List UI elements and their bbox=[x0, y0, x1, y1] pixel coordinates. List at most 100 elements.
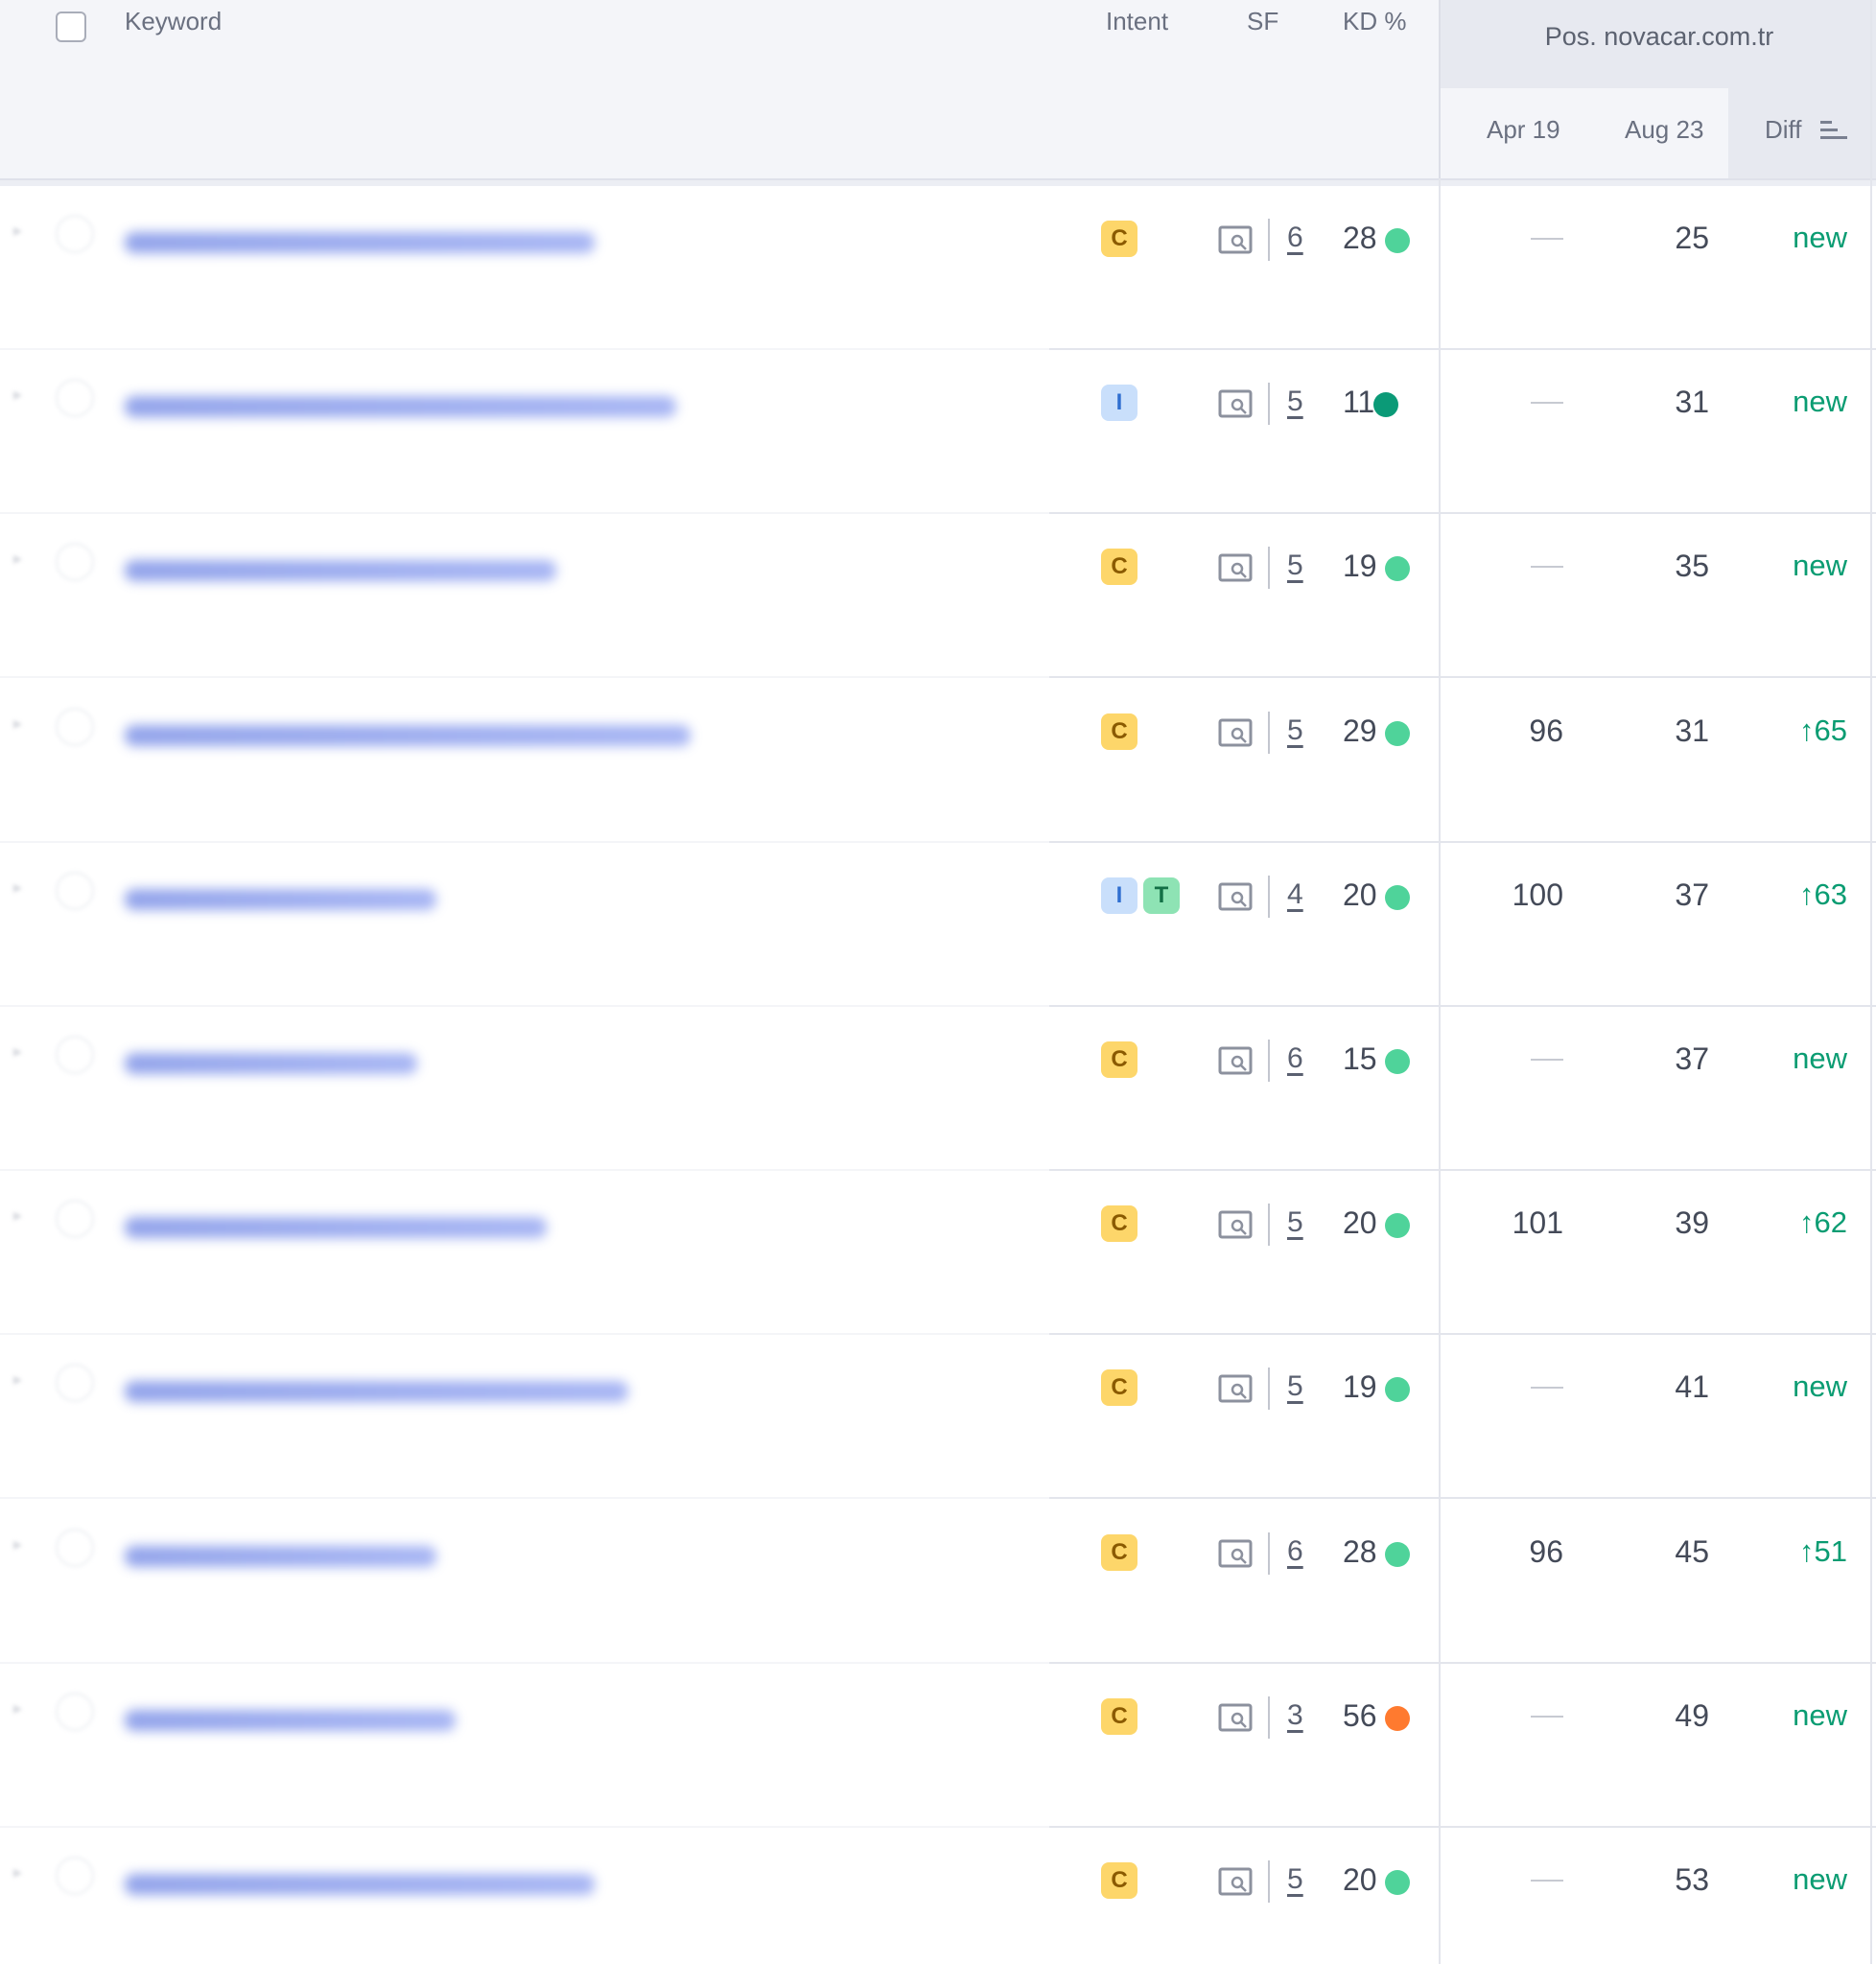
position-previous: 96 bbox=[1529, 1533, 1563, 1569]
column-date-cur[interactable]: Aug 23 bbox=[1625, 110, 1703, 149]
position-current: 31 bbox=[1675, 713, 1709, 748]
position-diff: new bbox=[1793, 1697, 1847, 1732]
row-checkbox[interactable] bbox=[56, 1857, 94, 1895]
sf-count-link[interactable]: 6 bbox=[1287, 219, 1303, 257]
intent-badge[interactable]: C bbox=[1101, 1697, 1137, 1735]
serp-snapshot-icon[interactable] bbox=[1218, 717, 1253, 748]
table-row[interactable]: ▸ C 5 20 53 new bbox=[0, 1828, 1876, 1964]
position-previous: 100 bbox=[1512, 877, 1563, 912]
row-checkbox[interactable] bbox=[56, 1036, 94, 1074]
intent-badge[interactable]: C bbox=[1101, 1369, 1137, 1407]
sf-count-link[interactable]: 5 bbox=[1287, 1368, 1303, 1406]
serp-snapshot-icon[interactable] bbox=[1218, 1045, 1253, 1076]
row-checkbox[interactable] bbox=[56, 707, 94, 746]
keyword-link-redacted[interactable] bbox=[125, 396, 676, 418]
intent-badge[interactable]: C bbox=[1101, 713, 1137, 750]
intent-badge[interactable]: C bbox=[1101, 1862, 1137, 1899]
table-row[interactable]: ▸ C 3 56 49 new bbox=[0, 1664, 1876, 1828]
row-checkbox[interactable] bbox=[56, 871, 94, 910]
table-row[interactable]: ▸ I T 4 20 100 37 ↑63 bbox=[0, 843, 1876, 1007]
expand-row-icon[interactable]: ▸ bbox=[13, 549, 33, 568]
sf-count-link[interactable]: 5 bbox=[1287, 1860, 1303, 1899]
column-sf[interactable]: SF bbox=[1247, 2, 1278, 40]
row-checkbox[interactable] bbox=[56, 1200, 94, 1239]
keyword-link-redacted[interactable] bbox=[125, 1874, 595, 1895]
intent-badge[interactable]: T bbox=[1143, 877, 1180, 914]
row-checkbox[interactable] bbox=[56, 215, 94, 253]
table-row[interactable]: ▸ C 6 28 25 new bbox=[0, 186, 1876, 350]
keyword-link-redacted[interactable] bbox=[125, 1545, 436, 1567]
intent-badge[interactable]: C bbox=[1101, 1533, 1137, 1571]
position-current: 39 bbox=[1675, 1205, 1709, 1241]
row-checkbox[interactable] bbox=[56, 543, 94, 582]
no-position-dash bbox=[1531, 1880, 1563, 1882]
table-row[interactable]: ▸ C 5 19 35 new bbox=[0, 514, 1876, 679]
serp-snapshot-icon[interactable] bbox=[1218, 1538, 1253, 1569]
expand-row-icon[interactable]: ▸ bbox=[13, 1534, 33, 1554]
kd-difficulty-dot bbox=[1385, 228, 1410, 253]
expand-row-icon[interactable]: ▸ bbox=[13, 1369, 33, 1389]
sf-count-link[interactable]: 4 bbox=[1287, 876, 1303, 914]
intent-badge[interactable]: C bbox=[1101, 549, 1137, 586]
keyword-link-redacted[interactable] bbox=[125, 1709, 456, 1731]
kd-value: 19 bbox=[1343, 549, 1377, 584]
expand-row-icon[interactable]: ▸ bbox=[13, 1698, 33, 1718]
keyword-link-redacted[interactable] bbox=[125, 1217, 547, 1239]
position-diff: new bbox=[1793, 221, 1847, 254]
intent-badge[interactable]: C bbox=[1101, 1041, 1137, 1078]
no-position-dash bbox=[1531, 402, 1563, 405]
sf-count-link[interactable]: 5 bbox=[1287, 712, 1303, 750]
sf-separator bbox=[1268, 1860, 1270, 1903]
keyword-link-redacted[interactable] bbox=[125, 724, 691, 746]
row-checkbox[interactable] bbox=[56, 1528, 94, 1567]
row-checkbox[interactable] bbox=[56, 379, 94, 418]
column-date-prev[interactable]: Apr 19 bbox=[1487, 110, 1560, 149]
serp-snapshot-icon[interactable] bbox=[1218, 552, 1253, 583]
row-checkbox[interactable] bbox=[56, 1692, 94, 1731]
intent-badge[interactable]: I bbox=[1101, 877, 1137, 914]
expand-row-icon[interactable]: ▸ bbox=[13, 385, 33, 404]
expand-row-icon[interactable]: ▸ bbox=[13, 221, 33, 240]
serp-snapshot-icon[interactable] bbox=[1218, 1373, 1253, 1404]
expand-row-icon[interactable]: ▸ bbox=[13, 713, 33, 733]
column-kd[interactable]: KD % bbox=[1343, 2, 1406, 40]
table-row[interactable]: ▸ C 5 20 101 39 ↑62 bbox=[0, 1171, 1876, 1336]
keyword-link-redacted[interactable] bbox=[125, 1053, 417, 1074]
table-row[interactable]: ▸ C 5 29 96 31 ↑65 bbox=[0, 679, 1876, 843]
position-previous: 101 bbox=[1512, 1205, 1563, 1241]
select-all-checkbox[interactable] bbox=[56, 12, 86, 42]
serp-snapshot-icon[interactable] bbox=[1218, 388, 1253, 419]
serp-snapshot-icon[interactable] bbox=[1218, 881, 1253, 912]
serp-snapshot-icon[interactable] bbox=[1218, 1866, 1253, 1897]
serp-snapshot-icon[interactable] bbox=[1218, 1209, 1253, 1240]
intent-badge[interactable]: C bbox=[1101, 1205, 1137, 1243]
expand-row-icon[interactable]: ▸ bbox=[13, 1862, 33, 1882]
expand-row-icon[interactable]: ▸ bbox=[13, 1041, 33, 1061]
column-intent[interactable]: Intent bbox=[1106, 2, 1168, 40]
sf-count-link[interactable]: 6 bbox=[1287, 1532, 1303, 1571]
sf-count-link[interactable]: 3 bbox=[1287, 1696, 1303, 1735]
table-row[interactable]: ▸ C 6 15 37 new bbox=[0, 1007, 1876, 1171]
keyword-link-redacted[interactable] bbox=[125, 888, 436, 910]
serp-snapshot-icon[interactable] bbox=[1218, 224, 1253, 255]
serp-snapshot-icon[interactable] bbox=[1218, 1702, 1253, 1733]
table-row[interactable]: ▸ C 5 19 41 new bbox=[0, 1335, 1876, 1500]
sf-count-link[interactable]: 6 bbox=[1287, 1040, 1303, 1078]
column-keyword[interactable]: Keyword bbox=[125, 2, 222, 40]
table-row[interactable]: ▸ I 5 11 31 new bbox=[0, 350, 1876, 515]
expand-row-icon[interactable]: ▸ bbox=[13, 877, 33, 897]
row-checkbox[interactable] bbox=[56, 1364, 94, 1403]
sort-icon[interactable] bbox=[1820, 119, 1847, 142]
keyword-link-redacted[interactable] bbox=[125, 232, 595, 253]
table-row[interactable]: ▸ C 6 28 96 45 ↑51 bbox=[0, 1500, 1876, 1664]
sf-count-link[interactable]: 5 bbox=[1287, 383, 1303, 421]
intent-badge[interactable]: I bbox=[1101, 385, 1137, 422]
keyword-link-redacted[interactable] bbox=[125, 1381, 628, 1403]
column-diff[interactable]: Diff bbox=[1765, 110, 1802, 149]
sf-count-link[interactable]: 5 bbox=[1287, 547, 1303, 585]
intent-badge[interactable]: C bbox=[1101, 221, 1137, 257]
expand-row-icon[interactable]: ▸ bbox=[13, 1205, 33, 1225]
sf-count-link[interactable]: 5 bbox=[1287, 1204, 1303, 1242]
kd-difficulty-dot bbox=[1385, 1049, 1410, 1074]
keyword-link-redacted[interactable] bbox=[125, 560, 556, 582]
